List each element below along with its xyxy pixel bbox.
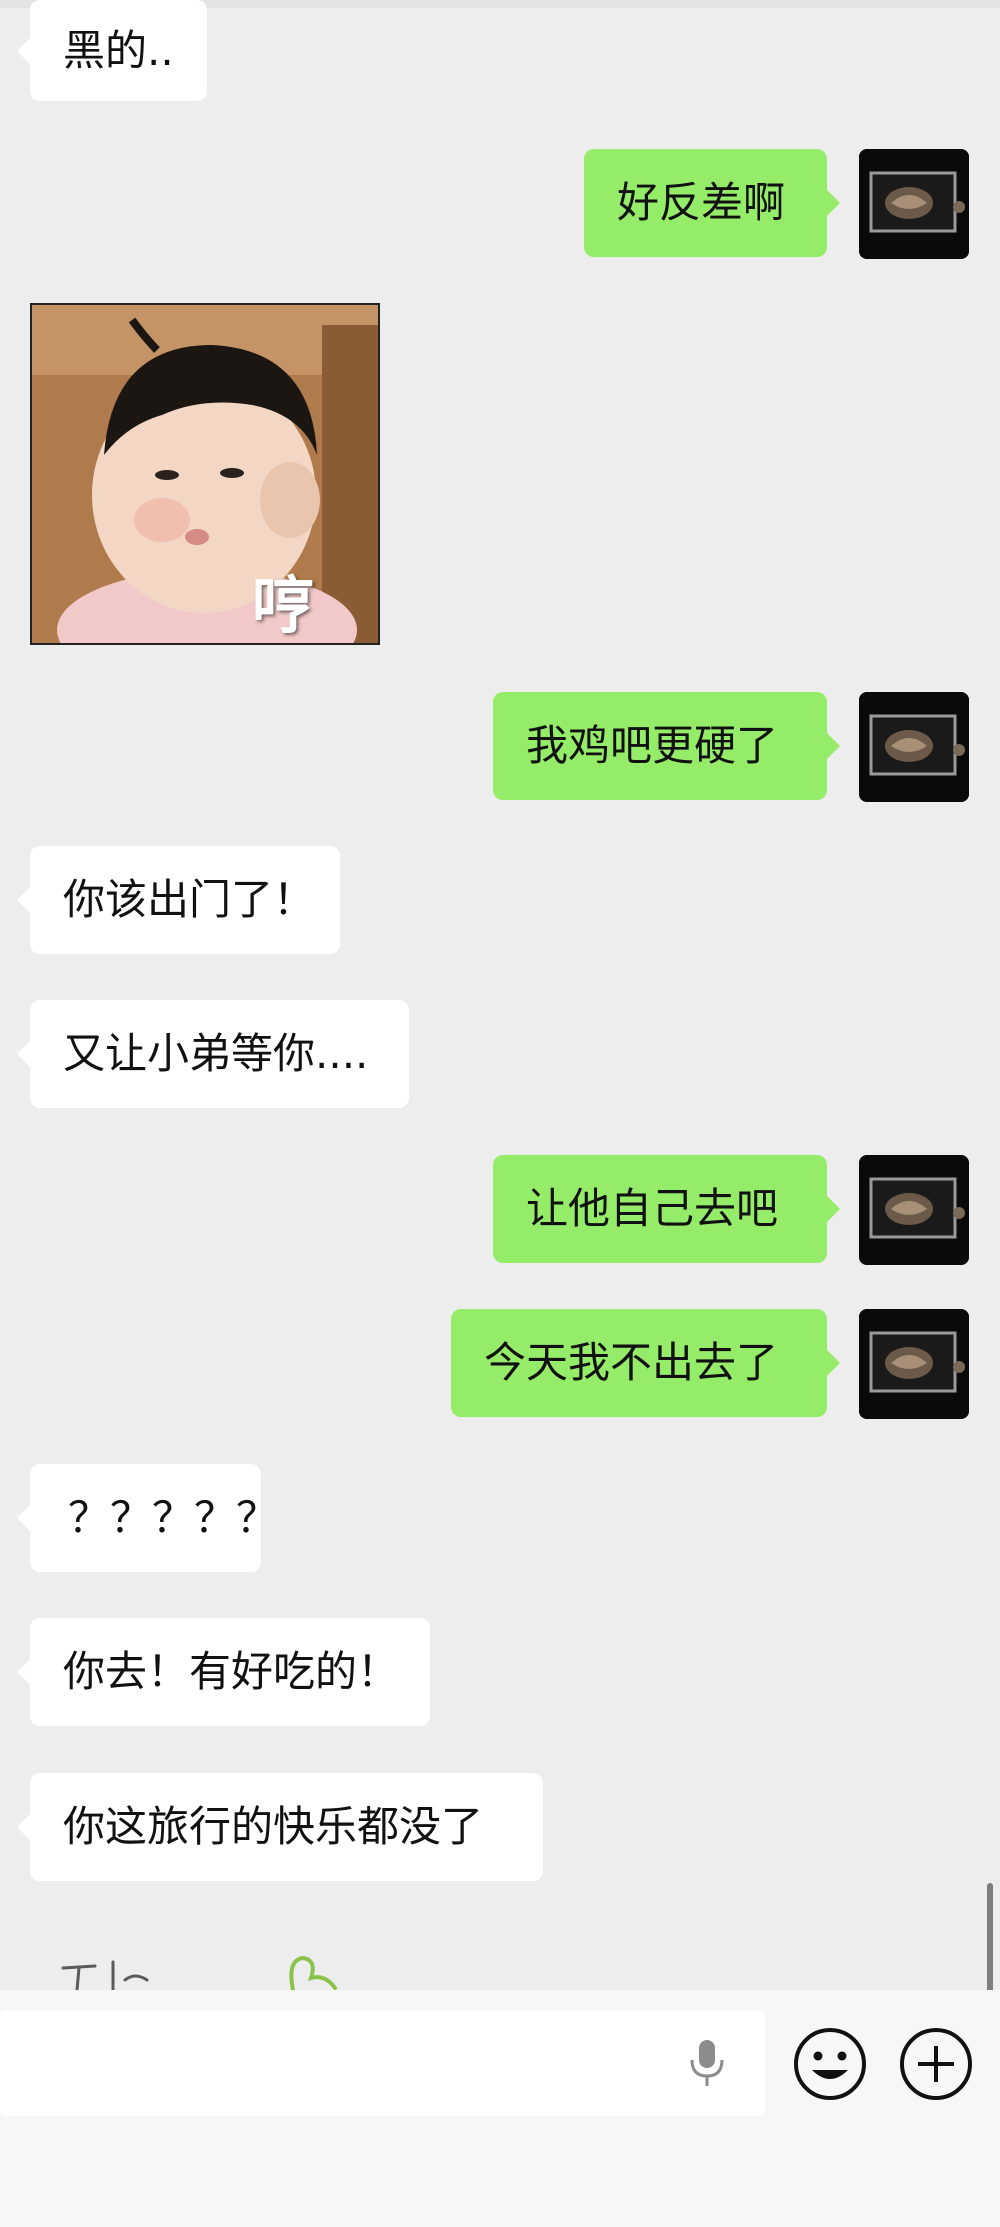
message-text: 你这旅行的快乐都没了 xyxy=(63,1802,484,1851)
my-avatar[interactable] xyxy=(859,1309,969,1419)
smiley-icon[interactable] xyxy=(792,2026,868,2102)
message-text: 你去！有好吃的！ xyxy=(63,1647,400,1696)
message-text: 让他自己去吧 xyxy=(526,1184,779,1233)
message-bubble-outgoing[interactable]: 我鸡吧更硬了 xyxy=(493,692,840,800)
message-text: 又让小弟等你.... xyxy=(63,1029,369,1078)
message-bubble-outgoing[interactable]: 让他自己去吧 xyxy=(493,1155,840,1263)
my-avatar[interactable] xyxy=(859,692,969,802)
message-bubble-incoming[interactable]: 黑的.. xyxy=(17,0,207,101)
message-bubble-incoming[interactable]: 你该出门了！ xyxy=(17,846,340,954)
sticker-caption: 哼 xyxy=(252,569,315,642)
message-input[interactable] xyxy=(0,2010,765,2116)
message-text: 好反差啊 xyxy=(617,178,786,227)
plus-circle-icon[interactable] xyxy=(898,2026,974,2102)
partial-next-message xyxy=(55,1950,355,1990)
message-bubble-incoming[interactable]: 又让小弟等你.... xyxy=(17,1000,409,1108)
avatar-image xyxy=(859,149,969,259)
message-bubble-incoming[interactable]: 你去！有好吃的！ xyxy=(17,1618,430,1726)
message-text: 今天我不出去了 xyxy=(484,1338,779,1387)
my-avatar[interactable] xyxy=(859,1155,969,1265)
avatar-image xyxy=(859,692,969,802)
message-bubble-incoming[interactable]: ？？？？？ xyxy=(17,1464,278,1572)
sticker-image xyxy=(32,305,378,643)
message-bubble-outgoing[interactable]: 今天我不出去了 xyxy=(451,1309,840,1417)
handwriting-sticker-fragment xyxy=(61,1955,337,1990)
pouting-baby-sticker[interactable]: 哼 xyxy=(30,303,380,645)
microphone-icon[interactable] xyxy=(687,2038,727,2088)
avatar-image xyxy=(859,1309,969,1419)
message-text: 我鸡吧更硬了 xyxy=(526,721,779,770)
message-bubble-incoming[interactable]: 你这旅行的快乐都没了 xyxy=(17,1773,543,1881)
avatar-image xyxy=(859,1155,969,1265)
message-text: ？？？？？ xyxy=(68,1493,279,1542)
message-text: 你该出门了！ xyxy=(63,875,316,924)
message-bubble-outgoing[interactable]: 好反差啊 xyxy=(584,149,840,257)
chat-screen: 黑的.. 好反差啊 哼 我鸡吧更硬了 你该出门了！ 又让小弟等你.... 让他自… xyxy=(0,0,1000,2227)
my-avatar[interactable] xyxy=(859,149,969,259)
message-text: 黑的.. xyxy=(63,25,174,75)
